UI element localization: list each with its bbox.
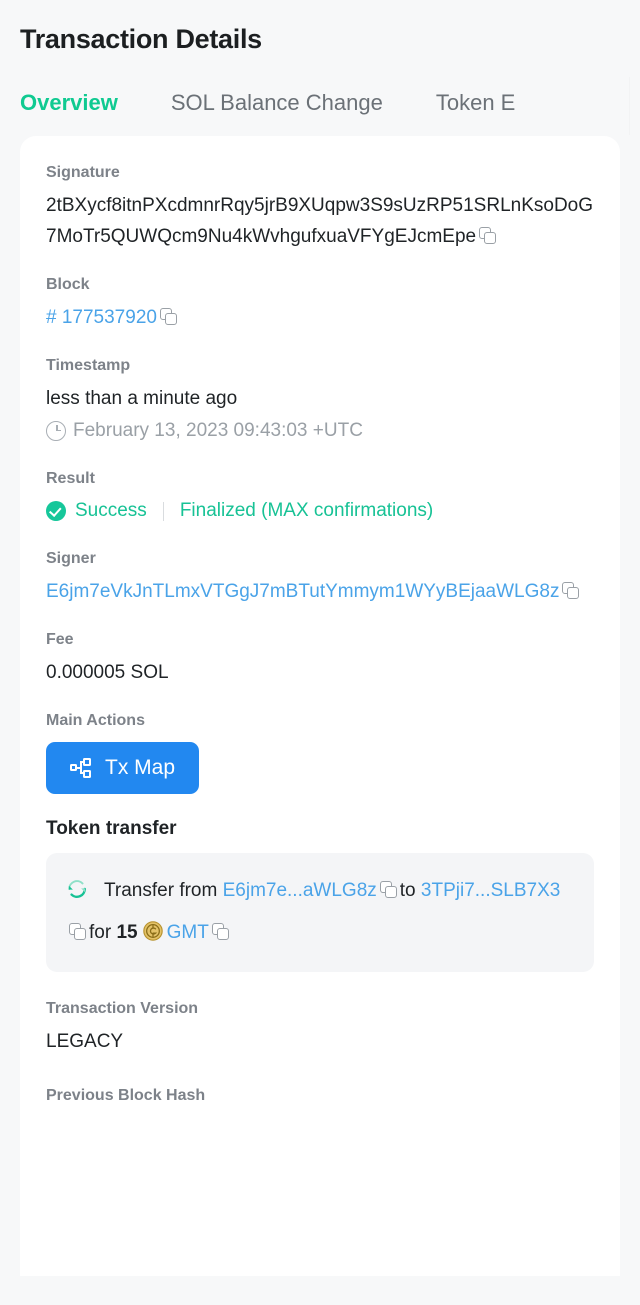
check-circle-icon xyxy=(46,501,66,521)
copy-icon-to-address[interactable] xyxy=(69,923,86,940)
tab-bar-edge xyxy=(629,77,630,135)
transaction-version-value: LEGACY xyxy=(46,1031,124,1052)
transfer-prefix: Transfer from xyxy=(104,880,218,901)
transfer-for-word: for xyxy=(89,922,112,943)
copy-icon-signer[interactable] xyxy=(562,582,580,599)
field-label-main-actions: Main Actions xyxy=(46,712,145,729)
fee-value: 0.000005 SOL xyxy=(46,662,169,683)
tx-map-button[interactable]: Tx Map xyxy=(46,742,200,794)
tab-bar[interactable]: Overview SOL Balance Change Token E xyxy=(0,73,640,135)
signature-value-row: 2tBXycf8itnPXcdmnrRqy5jrB9XUqpw3S9sUzRP5… xyxy=(46,190,594,252)
transfer-to-address-link[interactable]: 3TPji7...SLB7X3 xyxy=(421,880,560,901)
field-label-result: Result xyxy=(46,470,95,487)
field-label-transaction-version: Transaction Version xyxy=(46,1000,199,1017)
timestamp-absolute-row: February 13, 2023 09:43:03 +UTC xyxy=(46,416,594,446)
token-transfer-title: Token transfer xyxy=(46,818,177,839)
field-timestamp: Timestamp less than a minute ago Februar… xyxy=(46,355,594,446)
field-signature: Signature 2tBXycf8itnPXcdmnrRqy5jrB9XUqp… xyxy=(46,162,594,252)
transfer-amount: 15 xyxy=(116,922,138,943)
copy-icon-signature[interactable] xyxy=(479,227,497,244)
token-transfer-row: Transfer from E6jm7e...aWLG8z to 3TPji7..… xyxy=(46,853,594,972)
timestamp-absolute: February 13, 2023 09:43:03 +UTC xyxy=(73,420,363,441)
page-title: Transaction Details xyxy=(20,24,262,54)
clock-icon xyxy=(46,421,66,441)
transfer-middle-word: to xyxy=(399,880,416,901)
copy-icon-token-symbol[interactable] xyxy=(211,923,229,940)
status-badge-success: Success xyxy=(75,500,147,521)
block-number-link[interactable]: # 177537920 xyxy=(46,307,157,328)
field-signer: Signer E6jm7eVkJnTLmxVTGgJ7mBTutYmmym1WY… xyxy=(46,548,594,607)
tab-token-balance-change[interactable]: Token E xyxy=(436,81,516,125)
field-previous-block-hash: Previous Block Hash xyxy=(46,1085,594,1107)
field-main-actions: Main Actions Tx Map Token transfer Trans… xyxy=(46,710,594,972)
confirmation-status: Finalized (MAX confirmations) xyxy=(179,500,434,521)
swap-arrows-icon xyxy=(66,874,88,898)
tx-map-button-label: Tx Map xyxy=(105,756,176,779)
block-value-row: # 177537920 xyxy=(46,302,594,333)
token-symbol-link[interactable]: GMT xyxy=(167,922,209,943)
transfer-from-address-link[interactable]: E6jm7e...aWLG8z xyxy=(223,880,377,901)
signer-address-link[interactable]: E6jm7eVkJnTLmxVTGgJ7mBTutYmmym1WYyBEjaaW… xyxy=(46,581,559,602)
field-label-block: Block xyxy=(46,276,90,293)
field-label-previous-block-hash: Previous Block Hash xyxy=(46,1087,206,1104)
signature-value: 2tBXycf8itnPXcdmnrRqy5jrB9XUqpw3S9sUzRP5… xyxy=(46,195,594,247)
signer-value-row: E6jm7eVkJnTLmxVTGgJ7mBTutYmmym1WYyBEjaaW… xyxy=(46,576,594,607)
sitemap-icon xyxy=(70,758,92,778)
field-result: Result Success Finalized (MAX confirmati… xyxy=(46,468,594,526)
page-header: Transaction Details xyxy=(0,0,640,56)
copy-icon-block[interactable] xyxy=(159,308,177,325)
transaction-details-card: Signature 2tBXycf8itnPXcdmnrRqy5jrB9XUqp… xyxy=(20,136,620,1276)
field-transaction-version: Transaction Version LEGACY xyxy=(46,998,594,1057)
field-label-signer: Signer xyxy=(46,550,96,567)
field-label-fee: Fee xyxy=(46,631,74,648)
timestamp-relative: less than a minute ago xyxy=(46,388,238,409)
result-value-row: Success Finalized (MAX confirmations) xyxy=(46,496,594,526)
field-label-timestamp: Timestamp xyxy=(46,357,131,374)
gmt-coin-icon xyxy=(142,915,163,941)
tab-overview[interactable]: Overview xyxy=(20,81,118,125)
field-block: Block # 177537920 xyxy=(46,274,594,333)
tab-sol-balance-change[interactable]: SOL Balance Change xyxy=(171,81,383,125)
result-divider xyxy=(162,501,164,521)
copy-icon-from-address[interactable] xyxy=(379,881,397,898)
field-fee: Fee 0.000005 SOL xyxy=(46,629,594,688)
field-label-signature: Signature xyxy=(46,164,120,181)
